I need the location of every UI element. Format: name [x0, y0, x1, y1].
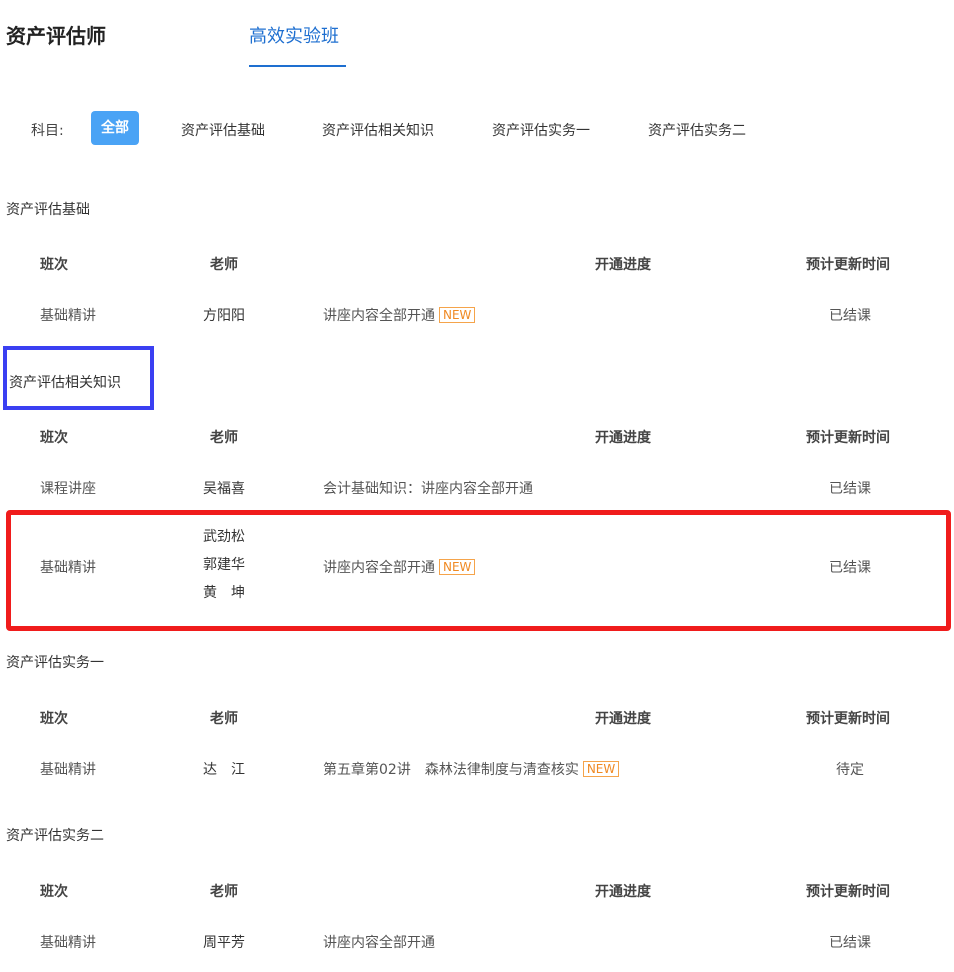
col-header-class: 班次	[40, 711, 68, 727]
row-progress-text: 讲座内容全部开通	[323, 308, 435, 324]
row-class: 基础精讲	[40, 935, 96, 951]
subject-filter-all[interactable]: 全部	[91, 111, 139, 145]
row-update-time: 已结课	[829, 308, 871, 324]
row-progress-text: 第五章第02讲 森林法律制度与清查核实	[323, 762, 579, 778]
col-header-progress: 开通进度	[595, 430, 651, 446]
row-class: 基础精讲	[40, 762, 96, 778]
tab-efficient-class[interactable]: 高效实验班	[249, 22, 339, 48]
section-title: 资产评估实务二	[6, 828, 104, 844]
col-header-progress: 开通进度	[595, 257, 651, 273]
subject-filter-practice-2[interactable]: 资产评估实务二	[648, 120, 746, 140]
col-header-progress: 开通进度	[595, 711, 651, 727]
row-update-time: 待定	[836, 762, 864, 778]
row-teacher: 吴福喜	[203, 481, 245, 497]
row-progress: 讲座内容全部开通 NEW	[323, 557, 476, 577]
subject-label: 科目:	[31, 123, 64, 139]
col-header-class: 班次	[40, 884, 68, 900]
subject-filter-practice-1[interactable]: 资产评估实务一	[492, 120, 590, 140]
tab-active-underline	[249, 65, 346, 67]
highlight-box-red	[6, 510, 951, 631]
section-title: 资产评估相关知识	[9, 375, 121, 391]
col-header-update-time: 预计更新时间	[806, 257, 890, 273]
new-badge: NEW	[439, 307, 476, 323]
section-title: 资产评估基础	[6, 202, 90, 218]
col-header-teacher: 老师	[210, 430, 238, 446]
new-badge: NEW	[582, 761, 620, 777]
row-progress: 第五章第02讲 森林法律制度与清查核实 NEW	[323, 759, 620, 779]
row-class: 基础精讲	[40, 308, 96, 324]
page: 资产评估师 高效实验班 科目: 全部 资产评估基础 资产评估相关知识 资产评估实…	[0, 0, 954, 972]
col-header-teacher: 老师	[210, 884, 238, 900]
row-class: 课程讲座	[40, 481, 96, 497]
row-progress-text: 讲座内容全部开通	[323, 560, 435, 576]
row-teacher: 黄 坤	[203, 585, 245, 601]
row-teacher: 郭建华	[203, 557, 245, 573]
col-header-update-time: 预计更新时间	[806, 884, 890, 900]
row-update-time: 已结课	[829, 560, 871, 576]
col-header-progress: 开通进度	[595, 884, 651, 900]
row-teacher: 方阳阳	[203, 308, 245, 324]
col-header-update-time: 预计更新时间	[806, 711, 890, 727]
subject-filter-related-knowledge[interactable]: 资产评估相关知识	[322, 120, 434, 140]
subject-filter-basics[interactable]: 资产评估基础	[181, 120, 265, 140]
col-header-teacher: 老师	[210, 257, 238, 273]
row-teachers: 武劲松 郭建华 黄 坤	[203, 523, 245, 607]
row-class: 基础精讲	[40, 560, 96, 576]
row-update-time: 已结课	[829, 935, 871, 951]
col-header-class: 班次	[40, 257, 68, 273]
row-update-time: 已结课	[829, 481, 871, 497]
row-progress: 会计基础知识：讲座内容全部开通	[323, 481, 533, 497]
col-header-update-time: 预计更新时间	[806, 430, 890, 446]
new-badge: NEW	[439, 559, 476, 575]
col-header-teacher: 老师	[210, 711, 238, 727]
row-teacher: 周平芳	[203, 935, 245, 951]
row-teacher: 达 江	[203, 762, 245, 778]
section-title: 资产评估实务一	[6, 655, 104, 671]
col-header-class: 班次	[40, 430, 68, 446]
row-teacher: 武劲松	[203, 529, 245, 545]
page-title: 资产评估师	[6, 24, 106, 48]
row-progress: 讲座内容全部开通 NEW	[323, 305, 476, 325]
row-progress: 讲座内容全部开通	[323, 935, 435, 951]
